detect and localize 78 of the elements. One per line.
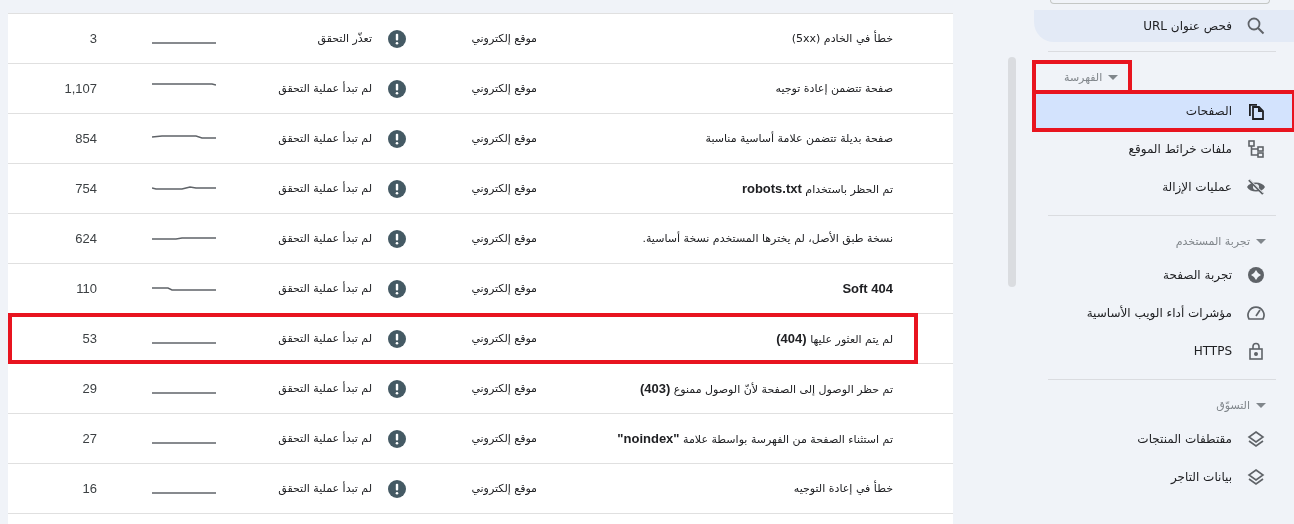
table-cell-text: موقع إلكتروني <box>470 432 537 445</box>
eye-off-icon <box>1246 177 1266 197</box>
table-cell-text: موقع إلكتروني <box>470 482 537 495</box>
sitemap-icon <box>1246 139 1266 159</box>
warning-icon <box>388 329 406 348</box>
nav-item[interactable]: تجربة الصفحة <box>1034 256 1294 294</box>
table-cell-text: موقع إلكتروني <box>470 32 537 45</box>
sparkline <box>152 491 216 494</box>
search-icon <box>1246 16 1266 36</box>
caret-icon <box>1256 402 1266 408</box>
plus-circle-icon <box>1246 265 1266 285</box>
warning-icon <box>388 29 406 48</box>
table-cell-text: 3 <box>88 31 97 46</box>
sparkline <box>152 83 216 86</box>
table-cell-text: لم تبدأ عملية التحقق <box>277 332 372 345</box>
table-cell-text: 53 <box>81 331 97 346</box>
caret-icon <box>1256 238 1266 244</box>
scrollbar[interactable] <box>1008 57 1016 287</box>
caret-icon <box>1108 74 1119 80</box>
gauge-icon <box>1246 303 1266 323</box>
table-cell-text: خطأ في إعادة التوجيه <box>792 482 893 495</box>
table-cell-text: موقع إلكتروني <box>470 232 537 245</box>
nav-item[interactable]: مقتطفات المنتجات <box>1034 420 1294 458</box>
sparkline <box>152 237 216 240</box>
table-cell-text: موقع إلكتروني <box>470 182 537 195</box>
table-cell-text: خطأ في الخادم (5xx) <box>790 32 893 45</box>
table-cell-text: تعذّر التحقق <box>316 32 372 45</box>
sparkline <box>152 134 216 139</box>
table-cell-text: Soft 404 <box>841 281 893 296</box>
table-cell-text: لم تبدأ عملية التحقق <box>277 482 372 495</box>
table-cell-text: موقع إلكتروني <box>470 332 537 345</box>
warning-icon <box>388 229 406 248</box>
table-cell-text: 624 <box>74 231 97 246</box>
table-cell-text: 16 <box>81 481 97 496</box>
nav-item[interactable]: مؤشرات أداء الويب الأساسية <box>1034 294 1294 332</box>
layers-icon <box>1246 429 1266 449</box>
warning-icon <box>388 79 406 98</box>
table-cell-text: 1,107 <box>63 81 97 96</box>
table-cell-text: لم تبدأ عملية التحقق <box>277 432 372 445</box>
sparkline <box>152 341 216 344</box>
table-cell-text: لم تبدأ عملية التحقق <box>277 132 372 145</box>
layers-icon <box>1246 467 1266 487</box>
nav-item[interactable]: بيانات التاجر <box>1034 458 1294 496</box>
warning-icon <box>388 179 406 198</box>
warning-icon <box>388 479 406 498</box>
table-cell-text: لم تبدأ عملية التحقق <box>277 282 372 295</box>
table-cell-text: لم تبدأ عملية التحقق <box>277 82 372 95</box>
table-cell-text: موقع إلكتروني <box>470 132 537 145</box>
warning-icon <box>388 129 406 148</box>
warning-icon <box>388 429 406 448</box>
sparkline <box>152 41 216 44</box>
sparkline <box>152 441 216 444</box>
nav-item[interactable]: ملفات خرائط الموقع <box>1034 130 1294 168</box>
warning-icon <box>388 379 406 398</box>
table-cell-text: 29 <box>81 381 97 396</box>
sparkline <box>152 286 216 291</box>
nav-item[interactable]: فحص عنوان URL <box>1034 10 1294 42</box>
table-cell-text: 854 <box>74 131 97 146</box>
table-cell-text: نسخة طبق الأصل، لم يخترها المستخدم نسخة أساسية. <box>641 232 893 245</box>
nav-item[interactable]: HTTPS <box>1034 332 1294 370</box>
nav-item[interactable]: الصفحات <box>1034 92 1294 130</box>
nav-item[interactable]: عمليات الإزالة <box>1034 168 1294 206</box>
table-cell-text: صفحة تتضمن إعادة توجيه <box>774 82 893 95</box>
table-cell-text: 27 <box>81 431 97 446</box>
table-cell-text: لم تبدأ عملية التحقق <box>277 182 372 195</box>
table-cell-text: موقع إلكتروني <box>470 82 537 95</box>
warning-icon <box>388 279 406 298</box>
table-cell-text: لم تبدأ عملية التحقق <box>277 382 372 395</box>
sparkline <box>152 185 216 190</box>
table-cell-text: موقع إلكتروني <box>470 382 537 395</box>
table-cell-text: لم تبدأ عملية التحقق <box>277 232 372 245</box>
table-cell-text: 754 <box>74 181 97 196</box>
table-cell-text: 110 <box>75 281 97 296</box>
sparkline <box>152 391 216 394</box>
lock-icon <box>1246 341 1266 361</box>
table-cell-text: موقع إلكتروني <box>470 282 537 295</box>
pages-icon <box>1246 101 1266 121</box>
table-cell-text: صفحة بديلة تتضمن علامة أساسية مناسبة <box>704 132 893 145</box>
